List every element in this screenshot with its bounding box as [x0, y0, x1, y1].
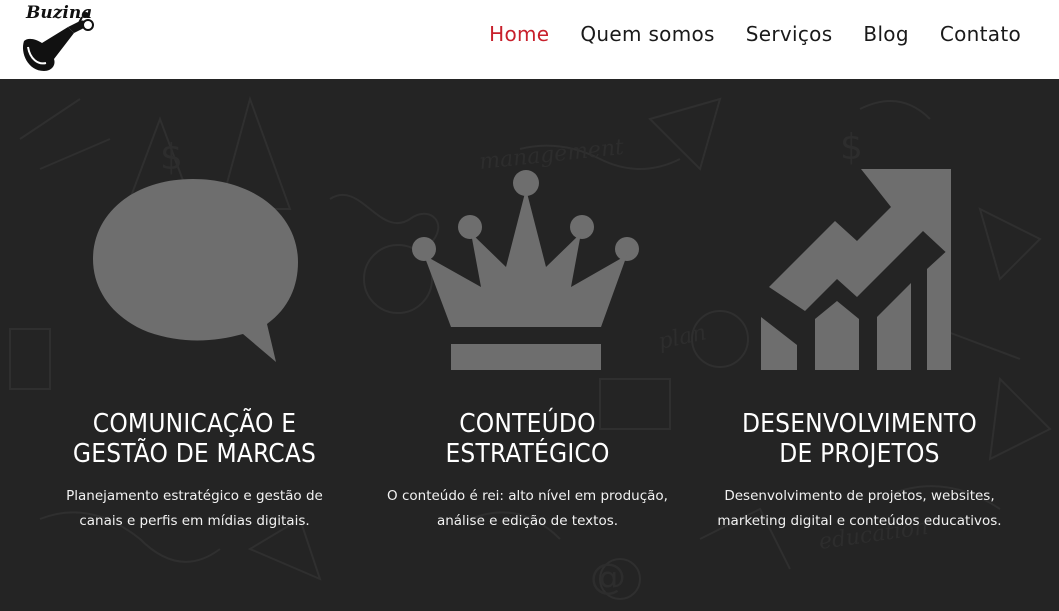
nav-servicos[interactable]: Serviços [746, 22, 833, 46]
feature-description: Planejamento estratégico e gestão de can… [66, 488, 323, 529]
feature-title: DESENVOLVIMENTO DE PROJETOS [741, 409, 978, 469]
nav-quem-somos[interactable]: Quem somos [580, 22, 714, 46]
feature-content: CONTEÚDO ESTRATÉGICO O conteúdo é rei: a… [351, 79, 704, 611]
main-nav: Home Quem somos Serviços Blog Contato [458, 22, 1021, 46]
speech-bubble-icon [93, 179, 298, 362]
services-section: management plan education $ $ @ COMUNICA… [0, 79, 1059, 611]
feature-projects: DESENVOLVIMENTO DE PROJETOS Desenvolvime… [683, 79, 1036, 611]
feature-communication: COMUNICAÇÃO E GESTÃO DE MARCAS Planejame… [18, 79, 371, 611]
brand-logo[interactable]: Buzina [16, 3, 100, 75]
nav-blog[interactable]: Blog [863, 22, 908, 46]
feature-title: COMUNICAÇÃO E GESTÃO DE MARCAS [72, 409, 317, 469]
nav-contato[interactable]: Contato [940, 22, 1021, 46]
feature-description: O conteúdo é rei: alto nível em produção… [387, 488, 668, 529]
crown-icon [412, 170, 639, 370]
site-header: Buzina Home Quem somos Serviços Blog Con… [0, 0, 1059, 79]
logo-wordmark: Buzina [26, 3, 93, 23]
feature-description: Desenvolvimento de projetos, websites, m… [717, 488, 1002, 529]
growth-chart-icon [761, 169, 951, 370]
feature-title: CONTEÚDO ESTRATÉGICO [445, 409, 610, 469]
nav-home[interactable]: Home [489, 22, 549, 46]
